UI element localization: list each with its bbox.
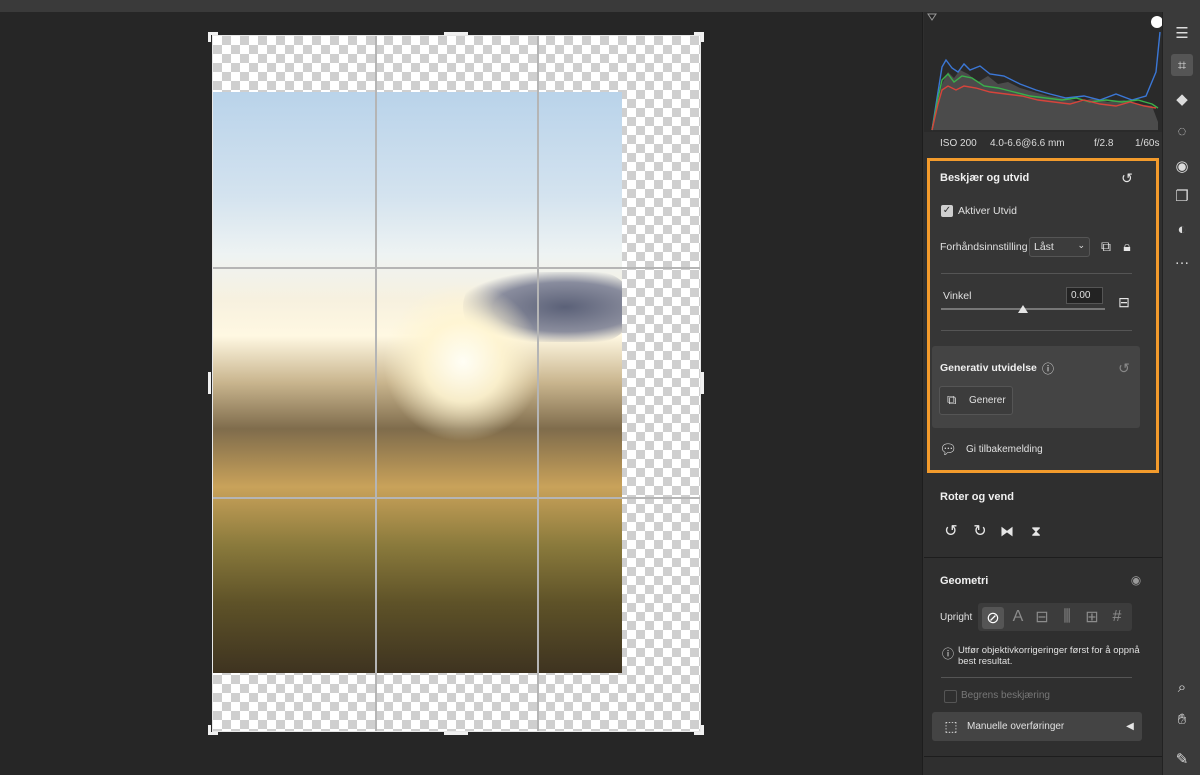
reset-icon[interactable]: ↺ xyxy=(1114,358,1134,378)
upright-level-icon[interactable]: ⊟ xyxy=(1032,607,1052,627)
redeye-icon[interactable]: ◉ xyxy=(1171,155,1193,177)
preset-dropdown[interactable]: Låst ⌄ xyxy=(1029,237,1090,257)
crop-handle-top[interactable] xyxy=(444,32,468,35)
healing-icon[interactable]: ◌ xyxy=(1171,120,1193,142)
rotate-left-icon[interactable]: ↺ xyxy=(941,521,961,541)
angle-label: Vinkel xyxy=(943,290,972,302)
crop-handle-top-right[interactable] xyxy=(701,32,704,42)
transform-icon: ⬚ xyxy=(944,717,958,734)
generative-expand-title: Generativ utvidelse xyxy=(940,362,1037,374)
constrain-crop-checkbox[interactable] xyxy=(944,690,957,703)
divider xyxy=(924,557,1162,558)
upright-auto-icon[interactable]: A xyxy=(1008,607,1028,627)
exif-iso: ISO 200 xyxy=(940,138,977,149)
flip-vertical-icon[interactable]: ⧗ xyxy=(1026,521,1046,541)
feedback-icon[interactable]: 💬︎ xyxy=(938,439,958,459)
presets-icon[interactable]: ◐ xyxy=(1171,218,1193,240)
chevron-down-icon: ⌄ xyxy=(1077,240,1085,250)
rotate-section-title: Roter og vend xyxy=(940,491,1014,503)
upright-label: Upright xyxy=(940,612,973,623)
hand-icon[interactable]: ✋︎ xyxy=(1171,708,1193,730)
angle-value: 0.00 xyxy=(1071,290,1091,301)
reset-icon[interactable]: ↺ xyxy=(1117,168,1137,188)
manual-transforms-label: Manuelle overføringer xyxy=(967,721,1065,732)
lock-icon[interactable]: 🔒︎ xyxy=(1117,236,1137,256)
eyedropper-icon[interactable]: ✎ xyxy=(1171,748,1193,770)
crop-handle-top-left[interactable] xyxy=(208,32,211,42)
generate-label: Generer xyxy=(969,395,1006,406)
eye-icon[interactable]: ◉ xyxy=(1126,570,1146,590)
exif-info: ISO 200 4.0-6.6@6.6 mm f/2.8 1/60s xyxy=(924,138,1162,152)
angle-slider-thumb[interactable] xyxy=(1018,305,1028,313)
sliders-icon[interactable]: ☰ xyxy=(1171,22,1193,44)
more-icon[interactable]: … xyxy=(1171,248,1193,270)
layers-icon[interactable]: ❐ xyxy=(1171,185,1193,207)
generate-icon: ⧉ xyxy=(947,392,957,407)
eraser-icon[interactable]: ◆ xyxy=(1171,88,1193,110)
exif-shutter: 1/60s xyxy=(1135,138,1160,149)
crop-handle-bottom[interactable] xyxy=(444,732,468,735)
divider xyxy=(941,273,1132,274)
angle-input[interactable]: 0.00 xyxy=(1066,287,1103,304)
crop-handle-bottom-left[interactable] xyxy=(208,725,211,735)
crop-panel-title: Beskjær og utvid xyxy=(940,172,1030,184)
divider xyxy=(924,756,1162,757)
exif-lens: 4.0-6.6@6.6 mm xyxy=(990,138,1065,149)
crop-frame[interactable] xyxy=(212,35,701,732)
upright-guided-icon[interactable]: # xyxy=(1107,607,1127,627)
generate-button[interactable]: ⧉ Generer xyxy=(939,386,1013,415)
crop-handle-bottom-right[interactable] xyxy=(701,725,704,735)
zoom-icon[interactable]: ⌕ xyxy=(1171,676,1193,698)
preset-label: Forhåndsinnstilling xyxy=(940,241,1028,253)
exif-aperture: f/2.8 xyxy=(1094,138,1114,149)
enable-expand-checkbox[interactable]: ✓ xyxy=(941,205,953,217)
chevron-left-icon: ◀ xyxy=(1126,720,1134,732)
crop-handle-right[interactable] xyxy=(701,372,704,394)
upright-off-icon[interactable]: ⊘ xyxy=(982,607,1004,629)
upright-vertical-icon[interactable]: ⫼ xyxy=(1057,607,1077,627)
crop-icon[interactable]: ⌗ xyxy=(1171,54,1193,76)
divider xyxy=(941,677,1132,678)
info-icon: ⓘ xyxy=(941,646,954,661)
feedback-link[interactable]: Gi tilbakemelding xyxy=(966,444,1043,455)
flip-horizontal-icon[interactable]: ⧓ xyxy=(997,521,1017,541)
upright-full-icon[interactable]: ⊞ xyxy=(1082,607,1102,627)
crop-handle-left[interactable] xyxy=(208,372,211,394)
rotate-aspect-icon[interactable]: ⧉ xyxy=(1096,236,1116,256)
geometry-section-title: Geometri xyxy=(940,575,989,587)
preset-value: Låst xyxy=(1034,241,1054,253)
rotate-right-icon[interactable]: ↻ xyxy=(970,521,990,541)
geometry-info-text-1: Utfør objektivkorrigeringer først for å … xyxy=(958,645,1140,656)
info-icon[interactable]: ⓘ xyxy=(1038,358,1058,378)
divider xyxy=(941,330,1132,331)
constrain-crop-label: Begrens beskjæring xyxy=(961,690,1050,701)
enable-expand-label: Aktiver Utvid xyxy=(958,205,1017,217)
geometry-info-text-2: best resultat. xyxy=(958,656,1013,667)
level-tool-icon[interactable]: ⊟ xyxy=(1114,292,1134,312)
histogram xyxy=(924,12,1163,132)
